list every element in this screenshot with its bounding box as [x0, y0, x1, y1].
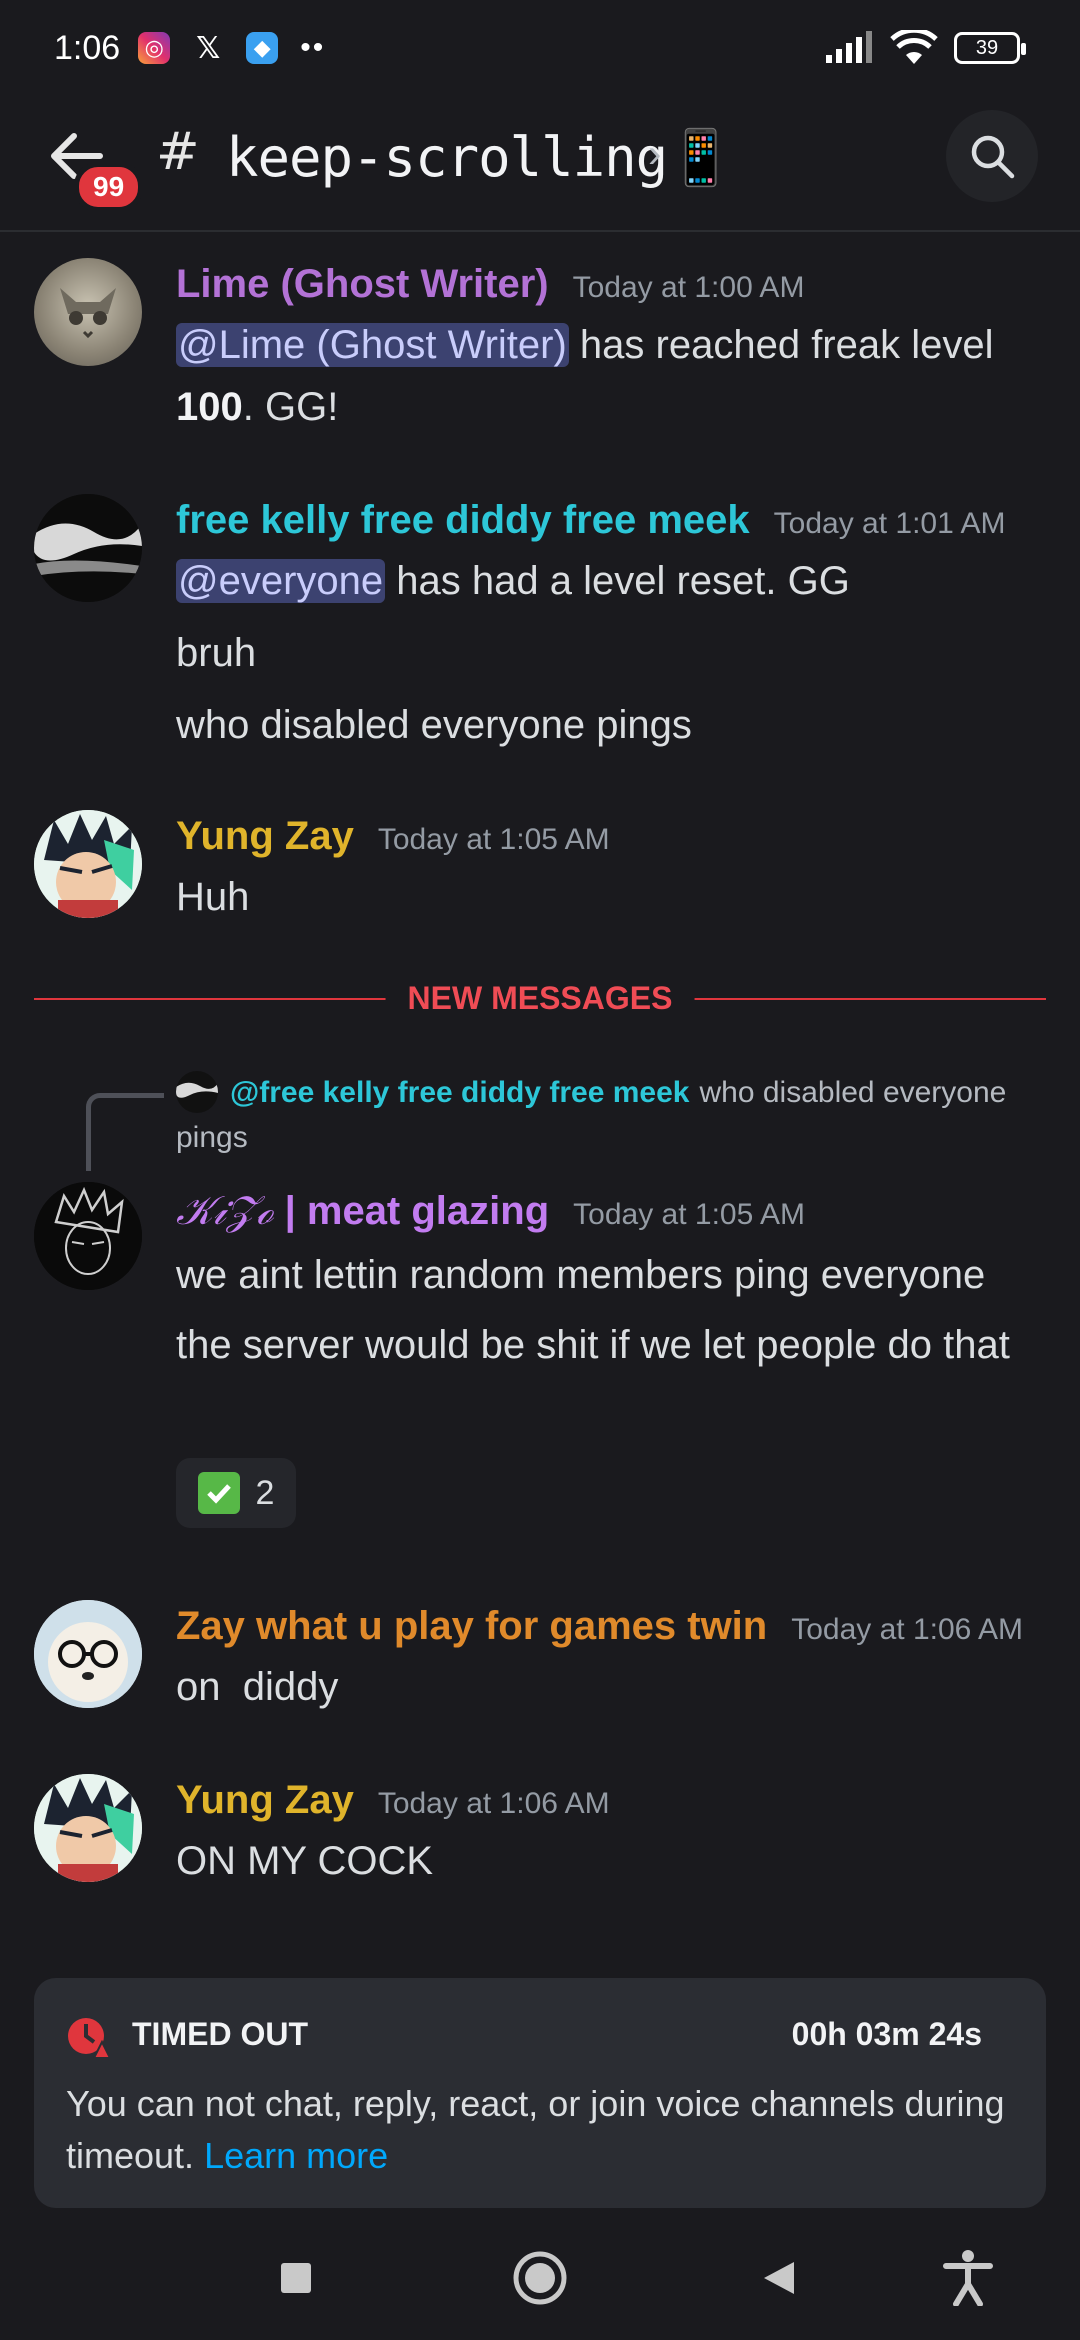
back-nav-button[interactable]: [750, 2248, 810, 2308]
anime-avatar-icon: [34, 810, 142, 918]
username[interactable]: Zay what u play for games twin: [176, 1604, 767, 1649]
landscape-avatar-icon: [34, 494, 142, 602]
message-text: the server would be shit if we let peopl…: [176, 1323, 1010, 1367]
search-button[interactable]: [946, 110, 1038, 202]
x-icon: 𝕏: [196, 31, 221, 65]
timestamp: Today at 1:05 AM: [377, 823, 610, 856]
timestamp: Today at 1:01 AM: [773, 507, 1006, 540]
anime-avatar-icon: [34, 1774, 142, 1882]
signal-icon: [826, 31, 872, 63]
username[interactable]: free kelly free diddy free meek: [176, 498, 750, 543]
message-text: we aint lettin random members ping every…: [176, 1253, 986, 1297]
mention[interactable]: @everyone: [176, 559, 386, 603]
message-content: @Lime (Ghost Writer) has reached freak l…: [176, 314, 1050, 438]
message-content: @everyone has had a level reset. GG: [176, 550, 1050, 612]
accessibility-button[interactable]: [938, 2248, 998, 2308]
timeout-banner: TIMED OUT 00h 03m 24s You can not chat, …: [34, 1978, 1046, 2208]
avatar[interactable]: [34, 494, 142, 602]
avatar[interactable]: [34, 1774, 142, 1882]
square-icon: [281, 2263, 311, 2293]
accessibility-icon: [943, 2250, 993, 2306]
status-time: 1:06: [54, 28, 121, 67]
unread-badge: 99: [74, 162, 144, 212]
message-text: ON MY COCK: [176, 1839, 434, 1883]
avatar[interactable]: [34, 258, 142, 366]
username[interactable]: Lime (Ghost Writer): [176, 262, 549, 307]
system-nav-bar: [0, 2222, 1080, 2340]
reaction-count: 2: [255, 1473, 275, 1512]
home-button[interactable]: [510, 2248, 570, 2308]
dog-avatar-icon: [34, 1600, 142, 1708]
cat-avatar-icon: [60, 288, 116, 339]
username-script[interactable]: 𝒦𝒾𝒵ℴ: [176, 1188, 273, 1234]
avatar[interactable]: [34, 810, 142, 918]
new-messages-label: NEW MESSAGES: [385, 980, 695, 1017]
battery-icon: 39: [954, 32, 1026, 64]
battery-level: 39: [975, 36, 999, 59]
timestamp: Today at 1:05 AM: [573, 1198, 805, 1231]
check-mark-icon: [197, 1472, 240, 1514]
timestamp: Today at 1:06 AM: [791, 1613, 1024, 1646]
message-text: has reached freak level: [568, 323, 994, 367]
avatar[interactable]: [34, 1182, 142, 1290]
circle-icon: [513, 2251, 567, 2305]
recents-button[interactable]: [266, 2248, 326, 2308]
message-text: bruh: [176, 631, 257, 675]
triangle-left-icon: [764, 2262, 794, 2294]
message-text: . GG!: [242, 385, 339, 429]
message-text: has had a level reset. GG: [385, 559, 850, 603]
username[interactable]: Yung Zay: [176, 1778, 354, 1823]
level-value: 100: [176, 385, 243, 429]
timeout-title: TIMED OUT: [132, 2016, 308, 2052]
chevron-right-icon[interactable]: ›: [648, 132, 661, 177]
mention[interactable]: @Lime (Ghost Writer): [176, 323, 569, 367]
channel-hash-icon: #: [156, 122, 200, 182]
learn-more-link[interactable]: Learn more: [204, 2135, 388, 2176]
search-icon: [971, 135, 1015, 179]
message-text: who disabled everyone pings: [176, 703, 692, 747]
reaction-chip[interactable]: 2: [176, 1458, 296, 1528]
timeout-clock-icon: [68, 2018, 110, 2058]
bluesky-icon: ◆: [246, 32, 279, 64]
timeout-message: You can not chat, reply, react, or join …: [66, 2078, 1006, 2182]
timestamp: Today at 1:06 AM: [377, 1787, 610, 1820]
reply-connector: [86, 1093, 164, 1171]
message-text: on diddy: [176, 1665, 339, 1709]
timeout-timer: 00h 03m 24s: [791, 2016, 982, 2052]
reply-preview[interactable]: @free kelly free diddy free meek who disa…: [176, 1070, 1050, 1160]
more-notifications-icon: ••: [300, 31, 326, 64]
instagram-icon: ◎: [138, 32, 171, 64]
timestamp: Today at 1:00 AM: [572, 271, 805, 304]
username[interactable]: meat glazing: [307, 1189, 549, 1234]
reply-username[interactable]: @free kelly free diddy free meek: [230, 1076, 689, 1109]
username-separator: |: [273, 1189, 307, 1233]
sketch-avatar-icon: [34, 1182, 142, 1290]
wifi-icon: [890, 30, 938, 64]
message-text: Huh: [176, 875, 250, 919]
status-bar: 1:06 ◎ 𝕏 ◆ •• 39: [0, 0, 1080, 96]
username[interactable]: Yung Zay: [176, 814, 354, 859]
channel-header: 99 # keep-scrolling📱 ›: [0, 96, 1080, 232]
avatar[interactable]: [34, 1600, 142, 1708]
